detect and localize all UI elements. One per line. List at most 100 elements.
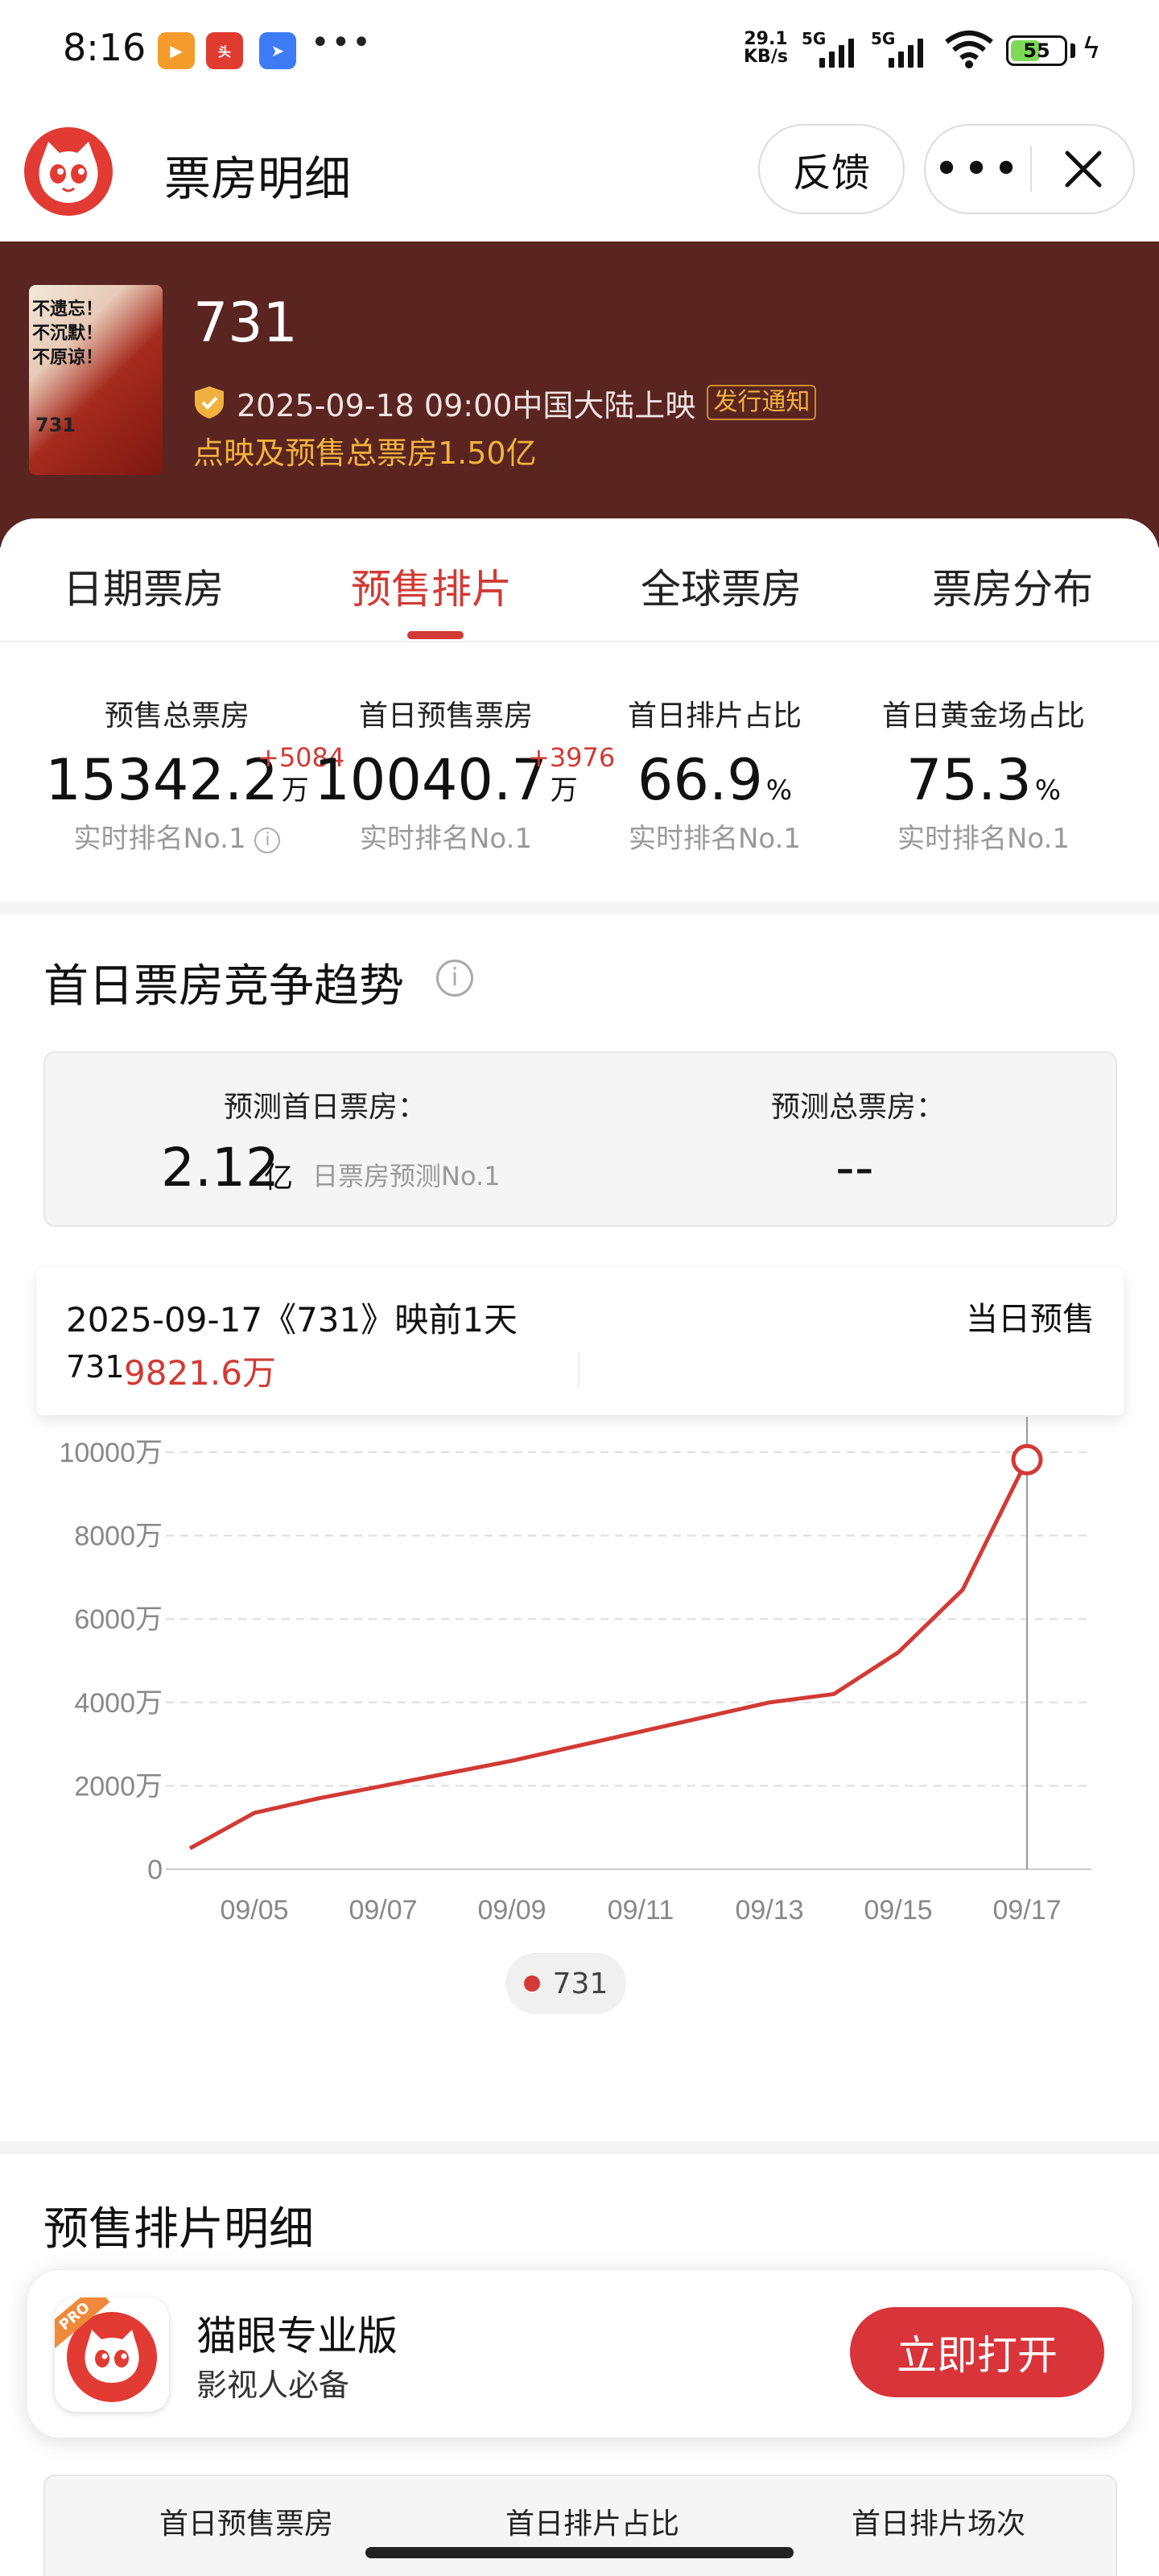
page-title: 票房明细 xyxy=(164,151,352,206)
signal-bars-icon-2 xyxy=(889,35,934,68)
stat-value: 15342.2 xyxy=(45,747,278,813)
navigation-notification-icon: ➤ xyxy=(259,32,296,69)
forecast-first-day-unit: 亿 xyxy=(264,1162,294,1195)
stat-presale-total: 预售总票房 15342.2 万 +5084 实时排名No.1 i xyxy=(40,692,344,856)
tab-daily-box-office[interactable]: 日期票房 xyxy=(63,557,224,615)
home-indicator[interactable] xyxy=(365,2547,794,2558)
info-icon[interactable]: i xyxy=(254,827,281,853)
stat-value: 75.3 xyxy=(905,747,1032,813)
x-tick-label: 09/13 xyxy=(735,1895,803,1926)
network-speed: 29.1 KB/s xyxy=(744,29,788,67)
stat-label: 预售总票房 xyxy=(104,700,250,733)
news-notification-icon: 头 xyxy=(206,32,243,69)
tab-presale-schedule[interactable]: 预售排片 xyxy=(351,557,512,615)
poster-text: 不遗忘！不沉默！不原谅！ xyxy=(32,299,104,368)
stats-row: 预售总票房 15342.2 万 +5084 实时排名No.1 i 首日预售票房 1… xyxy=(0,644,1159,902)
section-divider xyxy=(0,902,1159,914)
forecast-first-day-rank: 日票房预测No.1 xyxy=(312,1161,501,1191)
feedback-button[interactable]: 反馈 xyxy=(758,124,905,214)
y-tick-label: 6000万 xyxy=(74,1604,163,1635)
detail-section-title: 预售排片明细 xyxy=(43,2203,314,2256)
app-notification-icon: ▶ xyxy=(158,32,195,69)
x-tick-label: 09/15 xyxy=(864,1895,932,1926)
battery-icon: 55 xyxy=(1006,35,1067,66)
table-header: 首日预售票房 xyxy=(159,2508,334,2541)
y-tick-label: 2000万 xyxy=(74,1771,163,1802)
tab-global-box-office[interactable]: 全球票房 xyxy=(641,557,802,615)
forecast-total-value: -- xyxy=(835,1137,874,1199)
wifi-icon xyxy=(945,31,993,68)
release-info: 2025-09-18 09:00中国大陆上映 xyxy=(237,387,696,423)
y-tick-label: 4000万 xyxy=(74,1688,163,1719)
x-tick-label: 09/11 xyxy=(608,1895,674,1926)
tooltip-value: 9821.6万 xyxy=(124,1353,276,1393)
status-bar: 8:16 ▶ 头 ➤ ••• 29.1 KB/s 5G 5G 55 ϟ xyxy=(0,0,1159,105)
table-header: 首日排片占比 xyxy=(505,2508,680,2541)
stat-first-day-presale: 首日预售票房 10040.7 万 +3976 实时排名No.1 xyxy=(309,692,615,856)
signal-bars-icon xyxy=(819,35,864,68)
x-tick-label: 09/07 xyxy=(349,1895,417,1926)
battery-cap xyxy=(1070,43,1075,58)
tooltip-date: 2025-09-17《731》映前1天 xyxy=(66,1300,518,1340)
tab-bar: 日期票房 预售排片 全球票房 票房分布 xyxy=(0,518,1159,642)
nav-bar: 票房明细 反馈 ••• xyxy=(0,105,1159,242)
close-icon xyxy=(1065,151,1102,188)
y-tick-label: 0 xyxy=(147,1855,163,1885)
stat-value: 66.9 xyxy=(637,747,763,813)
release-notice-tag[interactable]: 发行通知 xyxy=(707,385,817,420)
trend-chart-svg: 0 2000万 4000万 6000万 8000万 10000万 09/05 09/07 09/… xyxy=(59,1417,1091,1926)
legend-dot xyxy=(523,1975,540,1992)
release-row: 2025-09-18 09:00中国大陆上映 发行通知 xyxy=(193,380,817,425)
more-button[interactable]: ••• xyxy=(926,126,1030,213)
stat-first-day-schedule-share: 首日排片占比 66.9% 实时排名No.1 xyxy=(578,692,852,856)
highlighted-data-point xyxy=(1011,1443,1043,1476)
legend-label: 731 xyxy=(552,1967,608,2000)
chart-tooltip: 2025-09-17《731》映前1天 当日预售 731 9821.6万 xyxy=(37,1269,1124,1415)
x-tick-label: 09/17 xyxy=(992,1895,1061,1926)
tooltip-divider xyxy=(578,1352,580,1388)
stat-label: 首日预售票房 xyxy=(358,700,533,733)
trend-section-title: 首日票房竞争趋势 xyxy=(43,960,404,1013)
active-tab-indicator xyxy=(407,631,464,639)
tooltip-series: 731 xyxy=(66,1349,125,1385)
section-divider xyxy=(0,2141,1159,2154)
chart-legend-item[interactable]: 731 xyxy=(505,1953,626,2014)
y-tick-label: 8000万 xyxy=(74,1521,163,1552)
stat-unit: 万 xyxy=(281,774,309,807)
stat-unit: % xyxy=(765,774,793,807)
stat-unit: % xyxy=(1034,774,1062,807)
stat-rank: 实时排名No.1 xyxy=(628,823,802,855)
maoyan-logo-icon xyxy=(24,127,113,216)
close-button[interactable] xyxy=(1032,126,1135,213)
movie-header: 不遗忘！不沉默！不原谅！ 731 731 2025-09-18 09:00中国大… xyxy=(0,242,1159,547)
info-icon[interactable]: i xyxy=(436,960,473,997)
stat-value: 10040.7 xyxy=(314,747,547,813)
stat-unit: 万 xyxy=(550,774,578,807)
forecast-total-label: 预测总票房： xyxy=(771,1091,946,1124)
x-tick-label: 09/09 xyxy=(477,1895,546,1926)
stat-label: 首日排片占比 xyxy=(627,700,802,733)
series-line-731 xyxy=(188,1459,1029,1851)
poster-title: 731 xyxy=(35,414,76,436)
forecast-first-day-label: 预测首日票房： xyxy=(224,1091,427,1124)
stat-first-day-prime-share: 首日黄金场占比 75.3% 实时排名No.1 xyxy=(847,692,1120,856)
stat-rank: 实时排名No.1 xyxy=(359,823,533,855)
forecast-card: 预测首日票房： 2.12 亿 日票房预测No.1 预测总票房： -- xyxy=(43,1051,1117,1227)
movie-poster[interactable]: 不遗忘！不沉默！不原谅！ 731 xyxy=(29,285,163,475)
banner-subtitle: 影视人必备 xyxy=(196,2368,350,2403)
charging-icon: ϟ xyxy=(1082,32,1101,65)
table-header: 首日排片场次 xyxy=(852,2508,1026,2541)
shield-badge-icon xyxy=(195,386,224,419)
stat-label: 首日黄金场占比 xyxy=(881,700,1085,733)
stat-rank: 实时排名No.1 xyxy=(897,823,1070,855)
tooltip-type: 当日预售 xyxy=(966,1301,1095,1338)
maoyan-pro-logo-icon: PRO xyxy=(55,2297,169,2412)
forecast-first-day-value: 2.12 xyxy=(161,1137,279,1199)
open-app-button[interactable]: 立即打开 xyxy=(850,2307,1104,2397)
detail-table: 首日预售票房 首日排片占比 首日排片场次 xyxy=(43,2475,1117,2576)
y-tick-label: 10000万 xyxy=(59,1438,163,1468)
x-tick-label: 09/05 xyxy=(220,1895,288,1926)
tab-box-office-distribution[interactable]: 票房分布 xyxy=(932,557,1093,615)
status-time: 8:16 xyxy=(63,26,146,69)
trend-chart[interactable]: 0 2000万 4000万 6000万 8000万 10000万 09/05 09/07 09/… xyxy=(0,1417,1159,1932)
